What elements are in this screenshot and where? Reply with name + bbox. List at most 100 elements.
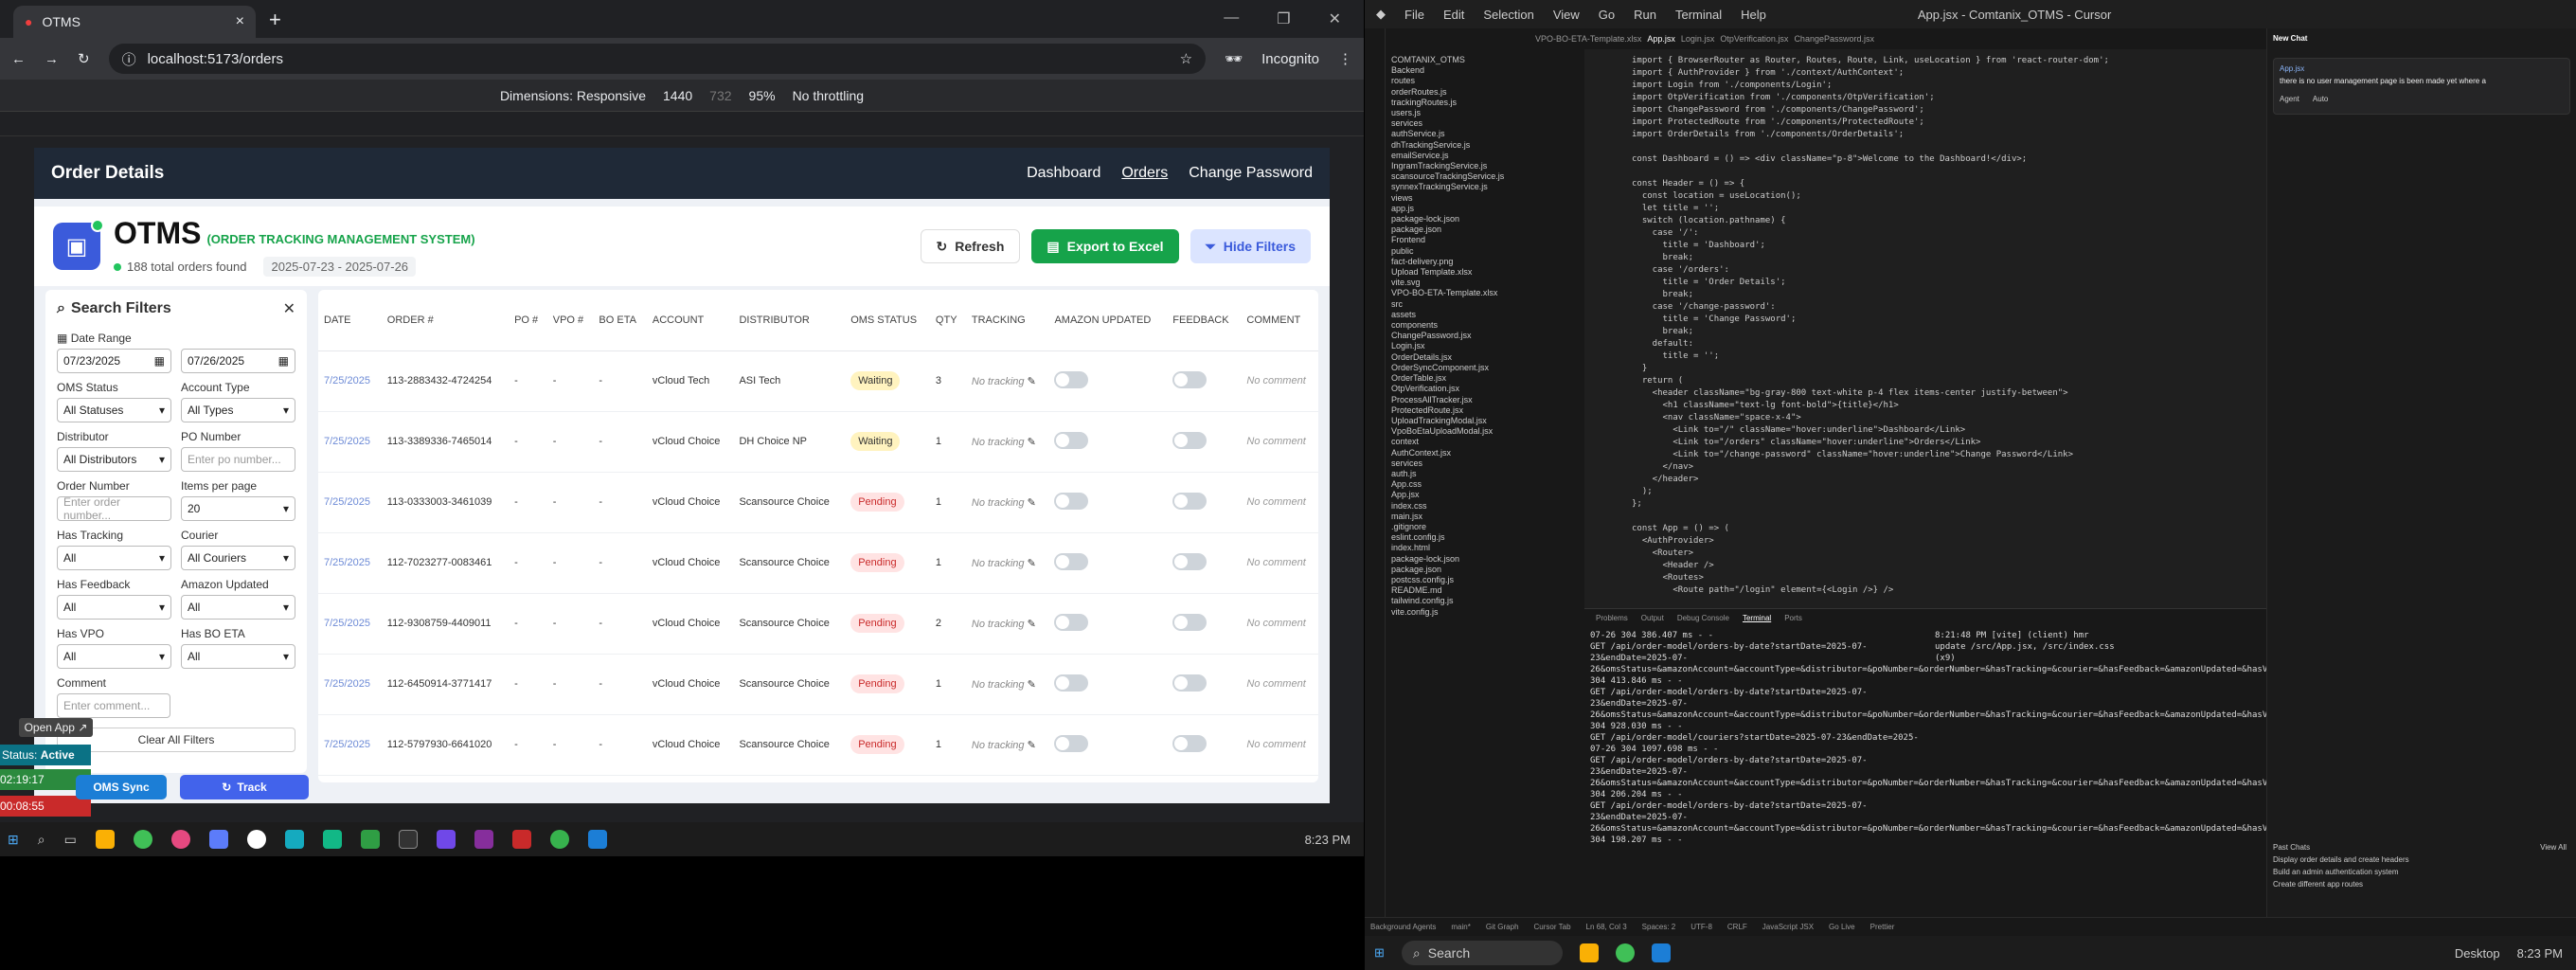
explorer-item[interactable]: package-lock.json (1391, 214, 1579, 225)
terminal-output[interactable]: 07-26 304 386.407 ms - - GET /api/order-… (1584, 626, 2462, 850)
panel-tab[interactable]: Output (1641, 614, 1664, 622)
explorer-item[interactable]: App.css (1391, 479, 1579, 490)
explorer-item[interactable]: scansourceTrackingService.js (1391, 171, 1579, 182)
status-item[interactable]: Go Live (1829, 923, 1855, 931)
export-excel-button[interactable]: ▤ Export to Excel (1031, 229, 1179, 263)
windows-start-icon[interactable]: ⊞ (8, 832, 19, 848)
amazon-updated-toggle[interactable] (1054, 492, 1089, 510)
explorer-item[interactable]: context (1391, 437, 1579, 447)
explorer-item[interactable]: OrderDetails.jsx (1391, 352, 1579, 363)
explorer-item[interactable]: package.json (1391, 225, 1579, 235)
explorer-item[interactable]: ProtectedRoute.jsx (1391, 405, 1579, 416)
view-all-link[interactable]: View All (2540, 843, 2567, 852)
explorer-item[interactable]: services (1391, 458, 1579, 469)
nav-change-password[interactable]: Change Password (1189, 165, 1313, 182)
amazon-updated-toggle[interactable] (1054, 431, 1089, 449)
comment-input[interactable]: Enter comment... (57, 693, 170, 718)
table-row[interactable]: 7/25/2025 113-3389336-7465014- - - vCloud Ch… (318, 411, 1318, 473)
explorer-item[interactable]: VPO-BO-ETA-Template.xlsx (1391, 288, 1579, 298)
explorer-item[interactable]: Frontend (1391, 235, 1579, 245)
explorer-item[interactable]: COMTANIX_OTMS (1391, 55, 1579, 65)
explorer-item[interactable]: AuthContext.jsx (1391, 448, 1579, 458)
feedback-toggle[interactable] (1172, 492, 1208, 510)
reload-icon[interactable]: ↻ (78, 50, 90, 67)
account-type-select[interactable]: All Types ▾ (181, 398, 295, 422)
explorer-item[interactable]: postcss.config.js (1391, 575, 1579, 585)
status-item[interactable]: Prettier (1870, 923, 1895, 931)
amazon-updated-toggle[interactable] (1054, 674, 1089, 692)
panel-tab[interactable]: Debug Console (1677, 614, 1729, 622)
agent-mode-select[interactable]: Agent (2280, 95, 2299, 103)
explorer-item[interactable]: App.jsx (1391, 490, 1579, 500)
maximize-icon[interactable]: ❐ (1277, 9, 1290, 28)
explorer-item[interactable]: emailService.js (1391, 151, 1579, 161)
windows-start-icon[interactable]: ⊞ (1374, 945, 1385, 961)
status-item[interactable]: main* (1451, 923, 1470, 931)
feedback-toggle[interactable] (1172, 370, 1208, 388)
height-input[interactable]: 732 (709, 88, 731, 103)
explorer-item[interactable]: tailwind.config.js (1391, 596, 1579, 606)
feedback-toggle[interactable] (1172, 552, 1208, 570)
has-tracking-select[interactable]: All ▾ (57, 546, 171, 570)
amazon-updated-select[interactable]: All ▾ (181, 595, 295, 620)
vite-terminal-output[interactable]: 8:21:48 PM [vite] (client) hmr update /s… (1935, 630, 2124, 664)
chrome-icon[interactable] (549, 830, 569, 849)
has-feedback-select[interactable]: All ▾ (57, 595, 171, 620)
back-icon[interactable]: ← (11, 51, 26, 67)
feedback-toggle[interactable] (1172, 674, 1208, 692)
omnibox[interactable]: ⓘ localhost:5173/orders ☆ (108, 44, 1207, 74)
amazon-updated-toggle[interactable] (1054, 552, 1089, 570)
explorer-item[interactable]: index.html (1391, 543, 1579, 553)
amazon-updated-toggle[interactable] (1054, 613, 1089, 631)
model-select[interactable]: Auto (2313, 95, 2328, 103)
explorer-item[interactable]: components (1391, 320, 1579, 331)
explorer-item[interactable]: vite.config.js (1391, 607, 1579, 618)
date-from-input[interactable]: 07/23/2025 ▦ (57, 349, 171, 373)
nav-dashboard[interactable]: Dashboard (1027, 165, 1100, 182)
explorer-item[interactable]: trackingRoutes.js (1391, 98, 1579, 108)
app-icon[interactable] (208, 830, 228, 849)
tab-otp-jsx[interactable]: OtpVerification.jsx (1720, 34, 1788, 44)
has-bo-eta-select[interactable]: All ▾ (181, 644, 295, 669)
tab-login-jsx[interactable]: Login.jsx (1681, 34, 1715, 44)
explorer-item[interactable]: vite.svg (1391, 278, 1579, 288)
explorer-item[interactable]: Login.jsx (1391, 341, 1579, 351)
table-row[interactable]: 7/25/2025 112-9308759-4409011- - - vCloud Ch… (318, 593, 1318, 655)
order-number-input[interactable]: Enter order number... (57, 495, 171, 522)
explorer-item[interactable]: package-lock.json (1391, 554, 1579, 565)
code-editor[interactable]: import { BrowserRouter as Router, Routes… (1584, 49, 2266, 608)
close-filters-icon[interactable]: ✕ (283, 299, 295, 318)
width-input[interactable]: 1440 (663, 88, 692, 103)
chrome-icon[interactable] (1615, 943, 1635, 962)
teams-icon[interactable] (436, 830, 456, 849)
table-row[interactable]: 7/25/2025 113-0333003-3461039- - - vCloud Ch… (318, 472, 1318, 533)
amazon-updated-toggle[interactable] (1054, 370, 1089, 388)
status-item[interactable]: JavaScript JSX (1762, 923, 1814, 931)
menu-edit[interactable]: Edit (1443, 8, 1464, 22)
vscode-icon[interactable] (587, 830, 607, 849)
status-item[interactable]: CRLF (1727, 923, 1747, 931)
distributor-select[interactable]: All Distributors ▾ (57, 447, 171, 472)
explorer-item[interactable]: README.md (1391, 585, 1579, 596)
explorer-item[interactable]: src (1391, 299, 1579, 310)
explorer-item[interactable]: users.js (1391, 108, 1579, 118)
menu-terminal[interactable]: Terminal (1675, 8, 1722, 22)
explorer-item[interactable]: auth.js (1391, 469, 1579, 479)
table-row[interactable]: 7/25/2025 113-2883432-4724254- - - vCloud Te… (318, 350, 1318, 412)
dimensions-select[interactable]: Dimensions: Responsive (500, 88, 646, 103)
explorer-item[interactable]: IngramTrackingService.js (1391, 161, 1579, 171)
explorer-item[interactable]: index.css (1391, 501, 1579, 512)
close-tab-icon[interactable]: × (236, 13, 244, 30)
explorer-item[interactable]: OrderSyncComponent.jsx (1391, 363, 1579, 373)
refresh-button[interactable]: ↻ Refresh (920, 229, 1021, 263)
app-icon[interactable] (322, 830, 342, 849)
firefox-icon[interactable] (170, 830, 190, 849)
explorer-item[interactable]: UploadTrackingModal.jsx (1391, 416, 1579, 426)
explorer-item[interactable]: main.jsx (1391, 512, 1579, 522)
explorer-item[interactable]: public (1391, 246, 1579, 257)
oms-status-select[interactable]: All Statuses ▾ (57, 398, 171, 422)
panel-tab[interactable]: Problems (1596, 614, 1628, 622)
zoom-select[interactable]: 95% (749, 88, 776, 103)
date-to-input[interactable]: 07/26/2025 ▦ (181, 349, 295, 373)
amazon-updated-toggle[interactable] (1054, 734, 1089, 752)
